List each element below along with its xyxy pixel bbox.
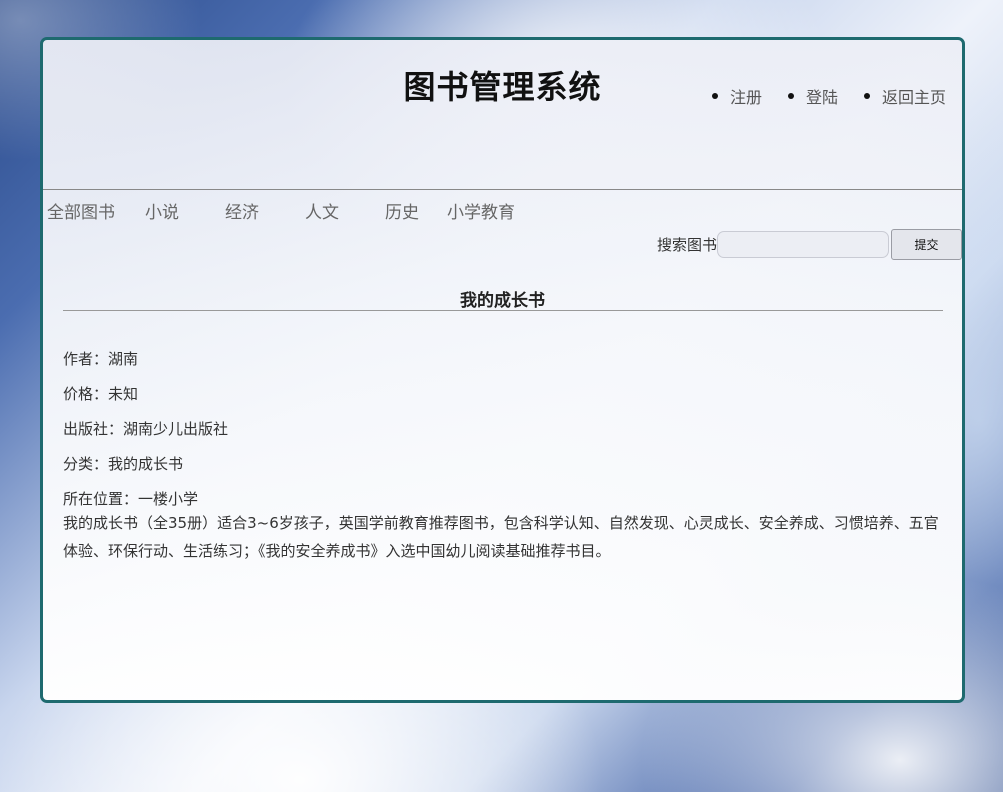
detail-value: 一楼小学 bbox=[138, 490, 199, 508]
detail-value: 湖南 bbox=[108, 350, 139, 368]
book-details: 作者：湖南 价格：未知 出版社：湖南少儿出版社 分类：我的成长书 所在位置：一楼… bbox=[63, 348, 943, 565]
bullet-icon bbox=[787, 93, 794, 99]
book-title: 我的成长书 bbox=[460, 291, 545, 311]
submit-button[interactable]: 提交 bbox=[891, 229, 962, 260]
search-input[interactable] bbox=[717, 231, 889, 258]
detail-category: 分类：我的成长书 bbox=[63, 453, 943, 488]
top-nav: 注册 登陆 返回主页 bbox=[686, 84, 946, 108]
detail-value: 湖南少儿出版社 bbox=[123, 420, 229, 438]
login-link[interactable]: 登陆 bbox=[787, 84, 838, 108]
home-link-label: 返回主页 bbox=[881, 88, 946, 107]
category-history[interactable]: 历史 bbox=[385, 198, 447, 223]
detail-value: 未知 bbox=[108, 385, 139, 403]
search-form: 搜索图书 提交 bbox=[657, 229, 962, 260]
category-primary-education[interactable]: 小学教育 bbox=[447, 198, 515, 223]
header-divider bbox=[43, 189, 962, 190]
bullet-icon bbox=[711, 93, 718, 99]
detail-label: 价格： bbox=[63, 385, 109, 403]
main-panel: 图书管理系统 注册 登陆 返回主页 全部图书 小说 经济 人文 历史 小学教育 … bbox=[40, 37, 965, 703]
detail-author: 作者：湖南 bbox=[63, 348, 943, 383]
detail-label: 所在位置： bbox=[63, 490, 139, 508]
register-link-label: 注册 bbox=[729, 88, 762, 107]
title-divider bbox=[63, 310, 943, 311]
book-description: 我的成长书（全35册）适合3~6岁孩子，英国学前教育推荐图书，包含科学认知、自然… bbox=[63, 514, 939, 560]
detail-label: 作者： bbox=[63, 350, 109, 368]
category-nav: 全部图书 小说 经济 人文 历史 小学教育 bbox=[47, 198, 515, 223]
detail-price: 价格：未知 bbox=[63, 383, 943, 418]
category-humanities[interactable]: 人文 bbox=[305, 198, 385, 223]
detail-publisher: 出版社：湖南少儿出版社 bbox=[63, 418, 943, 453]
login-link-label: 登陆 bbox=[805, 88, 838, 107]
detail-label: 出版社： bbox=[63, 420, 124, 438]
register-link[interactable]: 注册 bbox=[711, 84, 762, 108]
bullet-icon bbox=[863, 93, 870, 99]
category-all-books[interactable]: 全部图书 bbox=[47, 198, 145, 223]
home-link[interactable]: 返回主页 bbox=[863, 84, 946, 108]
category-economy[interactable]: 经济 bbox=[225, 198, 305, 223]
category-novel[interactable]: 小说 bbox=[145, 198, 225, 223]
detail-value: 我的成长书 bbox=[108, 455, 184, 473]
search-label: 搜索图书 bbox=[656, 236, 717, 254]
detail-label: 分类： bbox=[63, 455, 109, 473]
